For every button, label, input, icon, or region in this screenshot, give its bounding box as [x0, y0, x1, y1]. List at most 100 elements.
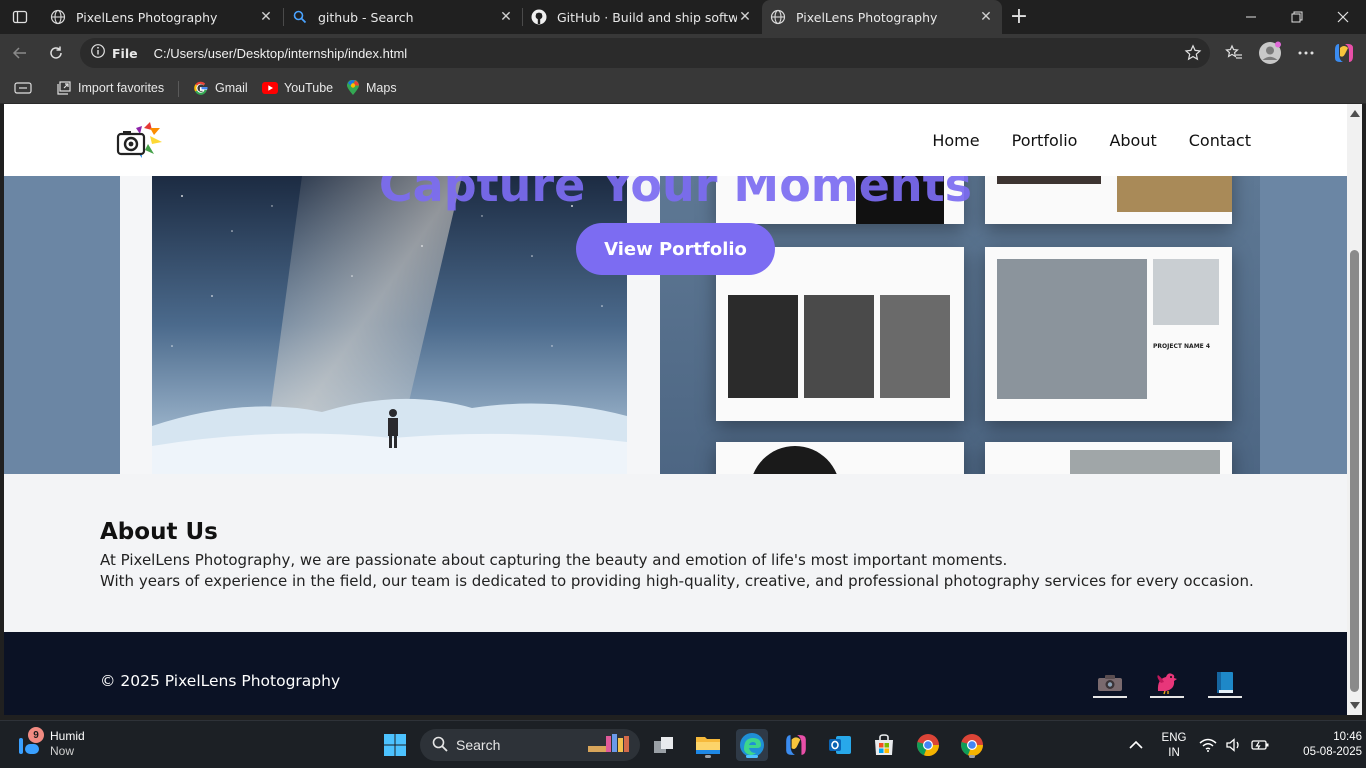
about-section: About Us At PixelLens Photography, we ar…: [4, 474, 1347, 632]
search-highlight-icon: [586, 732, 636, 759]
task-view-icon[interactable]: [648, 729, 680, 761]
edge-icon[interactable]: [736, 729, 768, 761]
scroll-thumb[interactable]: [1350, 250, 1359, 692]
favorite-label: YouTube: [284, 81, 334, 95]
about-paragraph-1: At PixelLens Photography, we are passion…: [100, 551, 1008, 569]
battery-icon[interactable]: [1248, 729, 1272, 761]
bird-icon[interactable]: [1150, 668, 1184, 698]
info-icon[interactable]: [90, 43, 106, 63]
nav-portfolio[interactable]: Portfolio: [1012, 131, 1078, 150]
weather-icon: 9: [16, 727, 44, 758]
microsoft-store-icon[interactable]: [868, 729, 900, 761]
favorite-label: Gmail: [215, 81, 248, 95]
scroll-up-icon[interactable]: [1350, 110, 1360, 117]
refresh-icon[interactable]: [42, 39, 70, 67]
weather-widget[interactable]: 9 Humid Now: [16, 727, 85, 759]
file-explorer-icon[interactable]: [692, 729, 724, 761]
show-hidden-icons[interactable]: [1120, 729, 1152, 761]
restore-icon[interactable]: [1274, 0, 1320, 34]
minimize-icon[interactable]: [1228, 0, 1274, 34]
url-text[interactable]: C:/Users/user/Desktop/internship/index.h…: [154, 46, 408, 61]
tab-github-search[interactable]: github - Search ✕: [284, 0, 522, 34]
copilot-icon[interactable]: [1330, 39, 1358, 67]
weather-badge: 9: [28, 727, 44, 743]
import-icon: [56, 80, 72, 96]
view-portfolio-button[interactable]: View Portfolio: [576, 223, 775, 275]
weather-subtitle: Now: [50, 744, 75, 758]
wifi-icon[interactable]: [1196, 729, 1220, 761]
volume-icon[interactable]: [1222, 729, 1246, 761]
pixellens-logo-icon[interactable]: [114, 122, 162, 162]
main-nav: Home Portfolio About Contact: [932, 131, 1251, 150]
tab-strip: PixelLens Photography ✕ github - Search …: [0, 0, 1366, 34]
favorites-bar: Import favorites Gmail YouTube Maps: [0, 72, 1366, 104]
tab-title: PixelLens Photography: [796, 9, 938, 25]
start-icon[interactable]: [379, 729, 411, 761]
more-options-icon[interactable]: [1292, 39, 1320, 67]
nav-about[interactable]: About: [1109, 131, 1156, 150]
close-tab-icon[interactable]: ✕: [978, 9, 994, 25]
back-icon[interactable]: [6, 39, 34, 67]
spread-6: [985, 442, 1232, 474]
favorite-label: Maps: [366, 81, 397, 95]
camera-icon[interactable]: [1093, 668, 1127, 698]
close-tab-icon[interactable]: ✕: [737, 9, 753, 25]
favorite-star-icon[interactable]: [1184, 44, 1202, 66]
social-underline: [1150, 696, 1184, 698]
favorite-youtube[interactable]: YouTube: [262, 78, 333, 98]
tab-title: GitHub · Build and ship software o: [557, 9, 737, 25]
book-icon[interactable]: [1208, 668, 1242, 698]
search-label: Search: [456, 737, 501, 753]
running-indicator: [705, 755, 711, 758]
youtube-icon: [262, 82, 278, 94]
clock-time: 10:46: [1333, 731, 1362, 743]
social-underline: [1208, 696, 1242, 698]
chrome-profile-icon[interactable]: [956, 729, 988, 761]
tab-github-home[interactable]: GitHub · Build and ship software o ✕: [523, 0, 761, 34]
outlook-icon[interactable]: [824, 729, 856, 761]
footer-copyright: © 2025 PixelLens Photography: [100, 672, 341, 690]
favorite-gmail[interactable]: Gmail: [193, 78, 248, 98]
social-underline: [1093, 696, 1127, 698]
favorites-icon[interactable]: [1220, 39, 1248, 67]
scroll-down-icon[interactable]: [1350, 702, 1360, 709]
favorite-maps[interactable]: Maps: [346, 78, 397, 98]
close-window-icon[interactable]: [1320, 0, 1366, 34]
taskbar-search[interactable]: Search: [420, 729, 640, 761]
tab-title: PixelLens Photography: [76, 9, 218, 25]
weather-title: Humid: [50, 729, 85, 743]
spread-5: [716, 442, 964, 474]
tab-actions-icon[interactable]: [6, 3, 34, 31]
favorite-import[interactable]: Import favorites: [56, 78, 164, 98]
browser-toolbar: File C:/Users/user/Desktop/internship/in…: [0, 34, 1366, 72]
hero-title: Capture Your Moments: [378, 176, 973, 212]
chrome-icon[interactable]: [912, 729, 944, 761]
tab-pixellens-active[interactable]: PixelLens Photography ✕: [762, 0, 1002, 34]
site-footer: © 2025 PixelLens Photography: [4, 632, 1347, 715]
clock[interactable]: 10:46 05-08-2025: [1278, 730, 1362, 760]
spread-4: PROJECT NAME 4: [985, 247, 1232, 421]
reading-list-icon[interactable]: [14, 78, 32, 98]
scheme-label: File: [112, 45, 138, 61]
google-icon: [193, 80, 209, 96]
nav-home[interactable]: Home: [932, 131, 979, 150]
site-header: Home Portfolio About Contact: [4, 104, 1347, 176]
profile-avatar-icon[interactable]: [1256, 39, 1284, 67]
copilot-icon[interactable]: [780, 729, 812, 761]
address-bar[interactable]: File C:/Users/user/Desktop/internship/in…: [80, 38, 1210, 68]
nav-contact[interactable]: Contact: [1189, 131, 1251, 150]
new-tab-icon[interactable]: +: [1006, 3, 1032, 29]
page-viewport: PROJECT NAME 4 Capture Your Moments View…: [4, 104, 1347, 715]
hero-night-sky-image: [152, 176, 627, 474]
page-scrollbar[interactable]: [1347, 104, 1362, 715]
close-tab-icon[interactable]: ✕: [258, 9, 274, 25]
globe-icon: [50, 9, 66, 25]
hero-magazine-spreads: PROJECT NAME 4: [660, 176, 1260, 474]
close-tab-icon[interactable]: ✕: [498, 9, 514, 25]
language-indicator[interactable]: ENG IN: [1156, 731, 1192, 761]
globe-icon: [770, 9, 786, 25]
favorites-divider: [178, 81, 179, 97]
running-indicator: [746, 755, 758, 758]
tab-pixellens-1[interactable]: PixelLens Photography ✕: [42, 0, 282, 34]
clock-date: 05-08-2025: [1303, 746, 1362, 758]
